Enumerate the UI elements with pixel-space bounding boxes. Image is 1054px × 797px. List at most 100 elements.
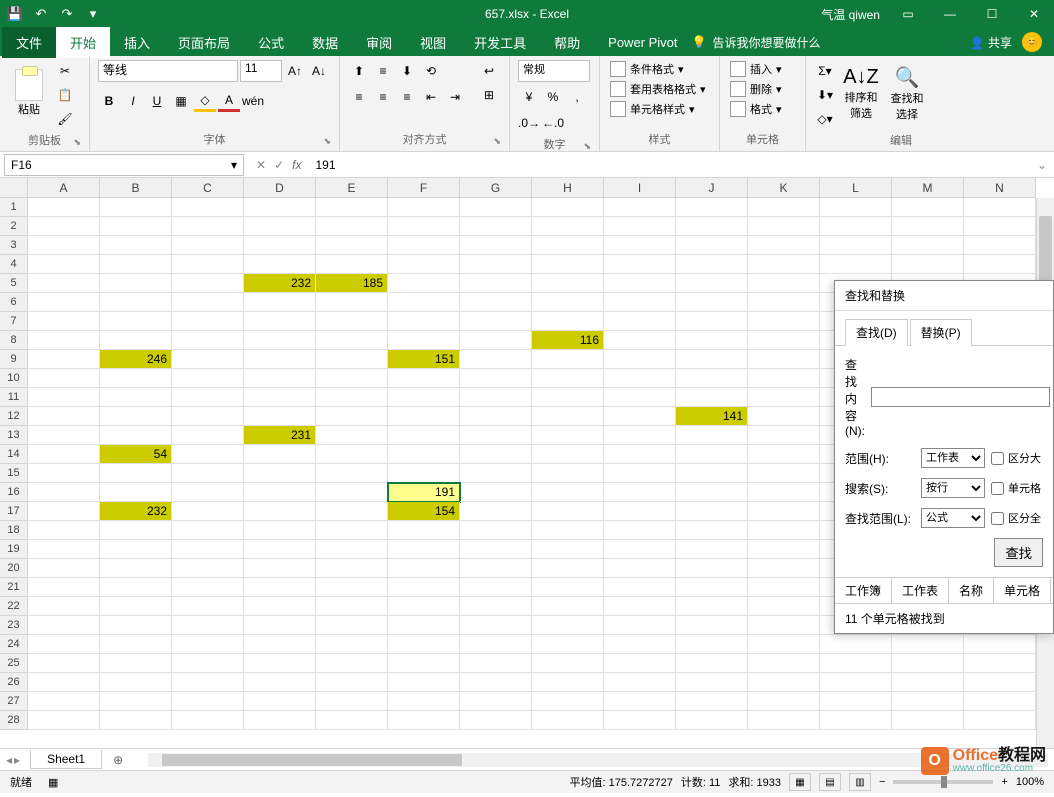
- cell[interactable]: 116: [532, 331, 604, 350]
- cell[interactable]: [460, 369, 532, 388]
- cell[interactable]: [532, 217, 604, 236]
- cell[interactable]: [172, 426, 244, 445]
- cell[interactable]: [316, 654, 388, 673]
- cell[interactable]: [820, 255, 892, 274]
- row-header[interactable]: 20: [0, 559, 28, 578]
- select-all-corner[interactable]: [0, 178, 28, 198]
- find-scope-select[interactable]: 工作表: [921, 448, 985, 468]
- merge-icon[interactable]: ⊞: [478, 84, 500, 106]
- cell[interactable]: [100, 616, 172, 635]
- cell[interactable]: [532, 312, 604, 331]
- cell[interactable]: [676, 255, 748, 274]
- cell[interactable]: [532, 521, 604, 540]
- cell[interactable]: [100, 521, 172, 540]
- cell[interactable]: [28, 293, 100, 312]
- cell[interactable]: [676, 521, 748, 540]
- cell[interactable]: [316, 369, 388, 388]
- underline-icon[interactable]: U: [146, 90, 168, 112]
- cell[interactable]: [388, 635, 460, 654]
- cell[interactable]: [676, 578, 748, 597]
- zoom-level[interactable]: 100%: [1016, 776, 1044, 788]
- cell[interactable]: [820, 673, 892, 692]
- tab-file[interactable]: 文件: [2, 27, 56, 58]
- row-header[interactable]: 28: [0, 711, 28, 730]
- cell[interactable]: [28, 464, 100, 483]
- comma-icon[interactable]: ,: [566, 86, 588, 108]
- cell[interactable]: [460, 616, 532, 635]
- cell[interactable]: [172, 293, 244, 312]
- cell[interactable]: [604, 464, 676, 483]
- cell[interactable]: [964, 217, 1036, 236]
- cell[interactable]: [244, 597, 316, 616]
- cell[interactable]: [676, 464, 748, 483]
- cell[interactable]: [316, 597, 388, 616]
- cell[interactable]: [532, 464, 604, 483]
- cell[interactable]: [316, 236, 388, 255]
- cell[interactable]: [100, 331, 172, 350]
- cell[interactable]: [460, 578, 532, 597]
- cell[interactable]: [100, 217, 172, 236]
- cell[interactable]: [748, 483, 820, 502]
- cell[interactable]: 232: [100, 502, 172, 521]
- cell[interactable]: [532, 711, 604, 730]
- cell[interactable]: [244, 521, 316, 540]
- cell[interactable]: [820, 654, 892, 673]
- number-launcher-icon[interactable]: ⬊: [583, 141, 591, 152]
- cell[interactable]: [532, 559, 604, 578]
- clear-icon[interactable]: ◇▾: [814, 108, 836, 130]
- tab-help[interactable]: 帮助: [540, 27, 594, 58]
- cell[interactable]: [676, 635, 748, 654]
- add-sheet-icon[interactable]: ⊕: [108, 753, 128, 767]
- cell[interactable]: [100, 236, 172, 255]
- sheet-nav-last-icon[interactable]: ▸: [14, 753, 20, 767]
- cell[interactable]: [892, 198, 964, 217]
- align-middle-icon[interactable]: ≡: [372, 60, 394, 82]
- row-header[interactable]: 1: [0, 198, 28, 217]
- align-center-icon[interactable]: ≡: [372, 86, 394, 108]
- cell[interactable]: [172, 369, 244, 388]
- sheet-nav-first-icon[interactable]: ◂: [6, 753, 12, 767]
- cell[interactable]: [460, 350, 532, 369]
- cell[interactable]: [460, 521, 532, 540]
- cell[interactable]: [100, 198, 172, 217]
- cell[interactable]: [388, 616, 460, 635]
- insert-function-icon[interactable]: fx: [292, 158, 301, 172]
- cell[interactable]: [964, 236, 1036, 255]
- column-header[interactable]: G: [460, 178, 532, 198]
- cell[interactable]: [676, 388, 748, 407]
- cell[interactable]: [388, 540, 460, 559]
- cell[interactable]: [604, 255, 676, 274]
- cell[interactable]: [316, 407, 388, 426]
- format-cells-button[interactable]: 格式 ▾: [728, 100, 784, 118]
- column-header[interactable]: J: [676, 178, 748, 198]
- result-workbook-col[interactable]: 工作簿: [835, 578, 892, 603]
- autosum-icon[interactable]: Σ▾: [814, 60, 836, 82]
- cell[interactable]: [604, 217, 676, 236]
- cell[interactable]: [676, 236, 748, 255]
- cell[interactable]: [316, 293, 388, 312]
- cell-style-button[interactable]: 单元格样式 ▾: [608, 100, 708, 118]
- cell[interactable]: [100, 540, 172, 559]
- cell[interactable]: [172, 236, 244, 255]
- cell[interactable]: [244, 559, 316, 578]
- cell[interactable]: [172, 521, 244, 540]
- cell[interactable]: [604, 692, 676, 711]
- cell[interactable]: [28, 502, 100, 521]
- cell[interactable]: [100, 692, 172, 711]
- cell[interactable]: [676, 540, 748, 559]
- cell[interactable]: 231: [244, 426, 316, 445]
- font-size-select[interactable]: 11: [240, 60, 282, 82]
- cell[interactable]: [748, 274, 820, 293]
- cell[interactable]: [388, 559, 460, 578]
- cell[interactable]: [676, 274, 748, 293]
- cell[interactable]: [460, 692, 532, 711]
- cell[interactable]: [676, 445, 748, 464]
- cell[interactable]: [532, 654, 604, 673]
- cell[interactable]: [316, 521, 388, 540]
- cell[interactable]: [316, 578, 388, 597]
- cell[interactable]: [676, 198, 748, 217]
- cell[interactable]: [244, 711, 316, 730]
- cell[interactable]: [316, 711, 388, 730]
- cell[interactable]: [172, 407, 244, 426]
- column-header[interactable]: N: [964, 178, 1036, 198]
